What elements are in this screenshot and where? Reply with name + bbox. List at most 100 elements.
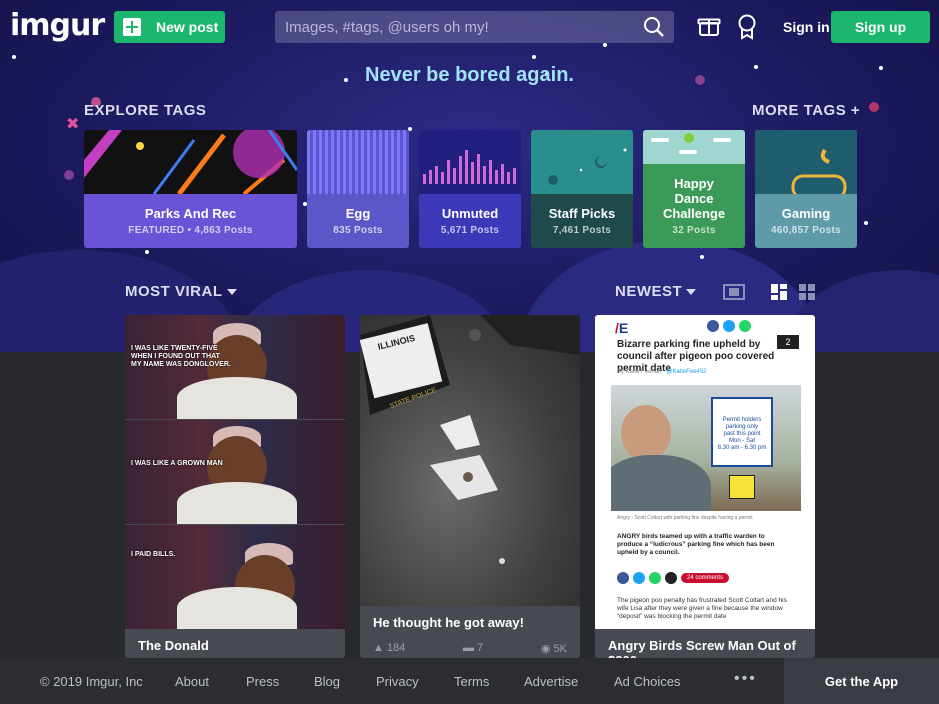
article-photo: Permit holders parking only past this poin… <box>611 385 801 511</box>
post-image: ILLINOIS STATE POLICE <box>360 315 580 606</box>
eye-icon: ◉ <box>540 643 551 655</box>
tag-card-egg[interactable]: Egg 835 Posts <box>307 130 409 248</box>
upvote-count[interactable]: ▲ 184 <box>373 642 405 655</box>
star <box>700 255 704 259</box>
tag-name: Staff Picks <box>548 206 616 221</box>
post-card-the-donald[interactable]: I WAS LIKE TWENTY-FIVE WHEN I FOUND OUT … <box>125 315 345 658</box>
comment-count[interactable]: ▬ 7 <box>463 642 483 655</box>
meme-panel: I WAS LIKE A GROWN MAN <box>125 420 345 524</box>
whatsapp-icon[interactable] <box>649 572 661 584</box>
planet <box>64 170 74 180</box>
photo-caption: Angry - Scott Coltart with parking fine … <box>617 515 753 521</box>
sign-in-link[interactable]: Sign in <box>783 19 830 35</box>
post-card-he-thought[interactable]: ILLINOIS STATE POLICE He thought he got … <box>360 315 580 658</box>
sign-up-button[interactable]: Sign up <box>831 11 930 43</box>
permit-sign: Permit holders parking only past this poin… <box>711 397 773 467</box>
meme-caption: I PAID BILLS. <box>131 551 176 558</box>
footer-link-about[interactable]: About <box>175 674 209 689</box>
tag-card-happy-dance-challenge[interactable]: Happy Dance Challenge 32 Posts <box>643 130 745 248</box>
star <box>12 55 16 59</box>
tag-image <box>307 130 409 194</box>
twitter-icon[interactable] <box>723 320 735 332</box>
footer-link-ad-choices[interactable]: Ad Choices <box>614 674 680 689</box>
new-post-label: New post <box>156 19 219 35</box>
waterfall-view-icon[interactable] <box>771 284 787 300</box>
slideshow-view-icon[interactable] <box>723 284 745 300</box>
tag-name: Parks And Rec <box>144 206 237 221</box>
tag-name: Gaming <box>781 206 831 221</box>
tag-count: 32 Posts <box>672 225 716 236</box>
sort-newest-dropdown[interactable]: NEWEST <box>615 283 697 300</box>
post-title: The Donald <box>138 638 209 653</box>
star <box>864 221 868 225</box>
new-post-button[interactable]: New post <box>114 11 225 43</box>
footer-copyright: © 2019 Imgur, Inc <box>40 674 143 689</box>
twitter-icon[interactable] <box>633 572 645 584</box>
sort-most-viral-dropdown[interactable]: MOST VIRAL <box>125 283 237 300</box>
whatsapp-icon[interactable] <box>739 320 751 332</box>
post-card-angry-birds[interactable]: /E 2 Bizarre parking fine upheld by coun… <box>595 315 815 658</box>
meme-caption: I WAS LIKE A GROWN MAN <box>131 460 223 467</box>
tag-count: 7,461 Posts <box>552 225 612 236</box>
chevron-down-icon <box>226 289 237 296</box>
search-input[interactable] <box>275 11 674 43</box>
meme-panel: I PAID BILLS. <box>125 525 345 629</box>
sparkle-icon: ✖ <box>66 114 80 133</box>
imgur-logo[interactable]: imgur <box>10 8 105 43</box>
planet <box>869 102 879 112</box>
article-share-row: 24 comments <box>617 572 730 584</box>
footer-link-advertise[interactable]: Advertise <box>524 674 578 689</box>
tag-name: Egg <box>345 206 371 221</box>
article-lead: ANGRY birds teamed up with a traffic war… <box>617 533 775 556</box>
sort-right-label: NEWEST <box>615 283 683 300</box>
share-icons <box>707 320 751 332</box>
gift-icon[interactable] <box>697 14 721 38</box>
meme-panel: I WAS LIKE TWENTY-FIVE WHEN I FOUND OUT … <box>125 315 345 419</box>
chevron-down-icon <box>686 289 697 296</box>
facebook-icon[interactable] <box>707 320 719 332</box>
footer-link-blog[interactable]: Blog <box>314 674 340 689</box>
tag-image <box>419 130 521 194</box>
tag-count: FEATURED • 4,863 Posts <box>128 225 253 236</box>
search-icon[interactable] <box>643 16 665 38</box>
upvote-value: 184 <box>386 642 406 654</box>
tag-image <box>755 130 857 194</box>
star <box>145 250 149 254</box>
tagline: Never be bored again. <box>365 64 574 86</box>
search-bar <box>275 11 674 43</box>
grid-view-icon[interactable] <box>799 284 815 300</box>
footer-link-privacy[interactable]: Privacy <box>376 674 419 689</box>
comment-value: 7 <box>477 642 484 654</box>
more-tags-link[interactable]: MORE TAGS + <box>752 102 860 119</box>
post-image: I WAS LIKE TWENTY-FIVE WHEN I FOUND OUT … <box>125 315 345 629</box>
get-the-app-button[interactable]: Get the App <box>784 658 939 704</box>
more-icon[interactable]: ••• <box>734 670 757 688</box>
tag-image <box>531 130 633 194</box>
tag-card-unmuted[interactable]: Unmuted 5,671 Posts <box>419 130 521 248</box>
meme-caption: I WAS LIKE TWENTY-FIVE WHEN I FOUND OUT … <box>131 345 231 368</box>
explore-tags-heading: EXPLORE TAGS <box>84 102 207 119</box>
article-body: The pigeon poo penalty has frustrated Sc… <box>617 597 787 620</box>
express-logo: /E <box>615 320 629 336</box>
post-stats: ▲ 184 ▬ 7 ◉ 5K <box>360 630 580 655</box>
article-byline: By Katie Feehan @KatieFee452 <box>617 369 707 375</box>
tag-count: 5,671 Posts <box>440 225 500 236</box>
tag-count: 835 Posts <box>333 225 383 236</box>
comments-button[interactable]: 24 comments <box>681 573 730 583</box>
tag-name: Unmuted <box>441 206 499 221</box>
tag-image <box>84 130 297 194</box>
tag-image <box>643 130 745 164</box>
post-title: Angry Birds Screw Man Out of $200 <box>608 638 796 658</box>
post-title: He thought he got away! <box>373 615 524 630</box>
medal-icon[interactable] <box>737 14 757 40</box>
tag-card-staff-picks[interactable]: Staff Picks 7,461 Posts <box>531 130 633 248</box>
facebook-icon[interactable] <box>617 572 629 584</box>
tag-card-gaming[interactable]: Gaming 460,857 Posts <box>755 130 857 248</box>
tag-card-parks-and-rec[interactable]: Parks And Rec FEATURED • 4,863 Posts <box>84 130 297 248</box>
plus-icon <box>123 18 141 36</box>
email-icon[interactable] <box>665 572 677 584</box>
view-value: 5K <box>553 643 567 655</box>
footer-link-press[interactable]: Press <box>246 674 279 689</box>
footer-link-terms[interactable]: Terms <box>454 674 489 689</box>
tag-name: Happy Dance Challenge <box>662 176 726 221</box>
